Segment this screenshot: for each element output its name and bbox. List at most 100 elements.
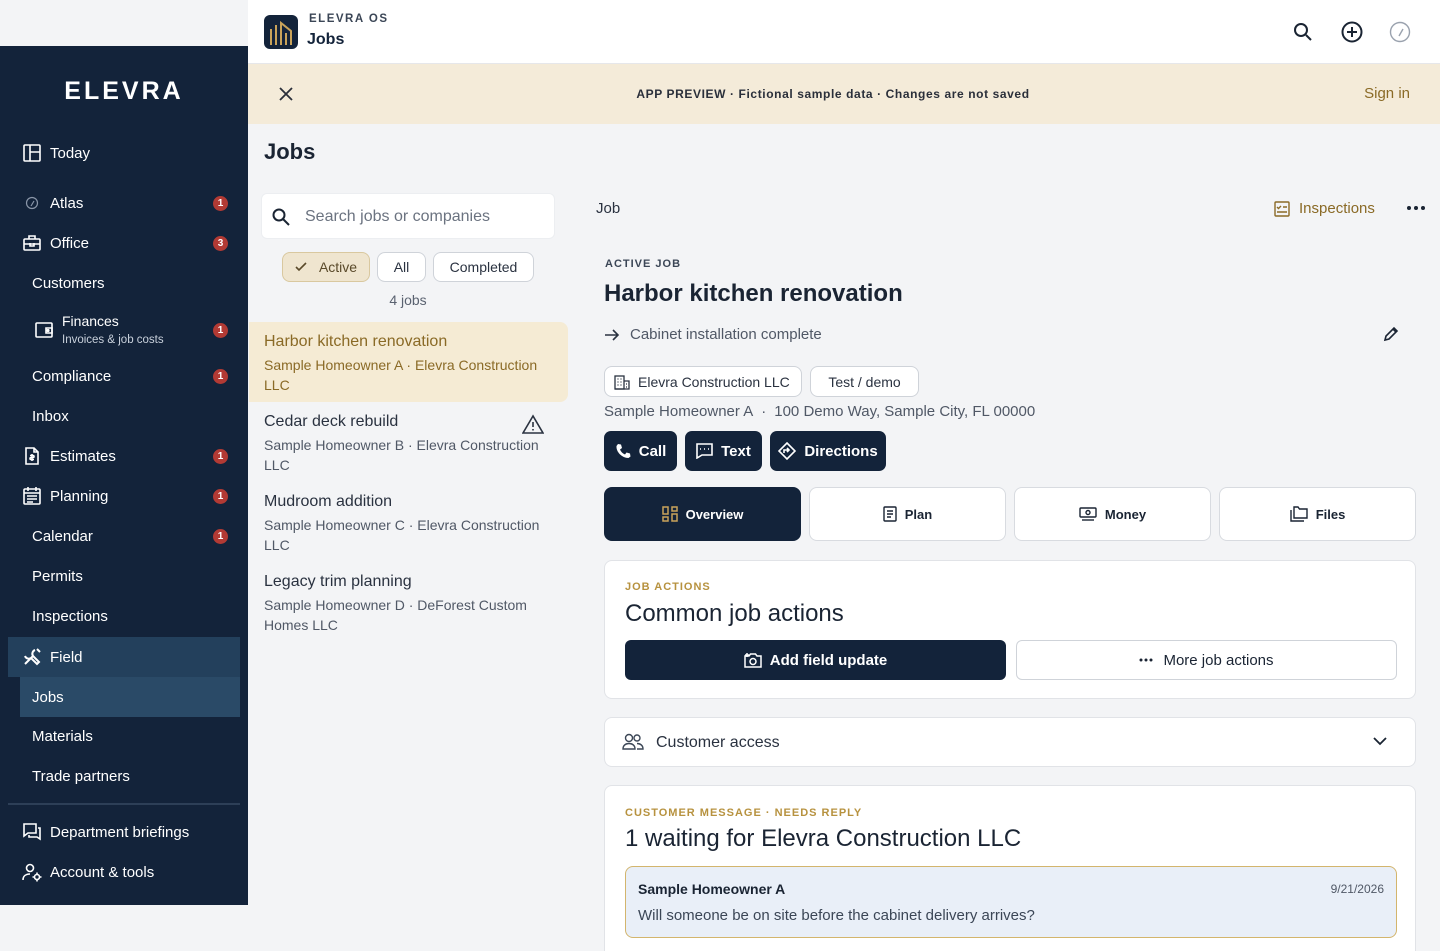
sidebar-item-finances[interactable]: Finances Invoices & job costs 1 bbox=[8, 303, 240, 357]
sidebar-item-inbox[interactable]: Inbox bbox=[8, 396, 240, 436]
grid-icon bbox=[661, 506, 678, 522]
check-icon bbox=[295, 262, 307, 272]
folders-icon bbox=[1289, 506, 1308, 522]
company-name: Elevra Construction LLC bbox=[638, 373, 790, 390]
sidebar-item-materials[interactable]: Materials bbox=[8, 716, 240, 756]
calendar-list-icon bbox=[23, 487, 41, 505]
filter-active[interactable]: Active bbox=[282, 252, 370, 282]
inspections-button[interactable]: Inspections bbox=[1274, 200, 1375, 217]
app-name: ELEVRA OS bbox=[309, 13, 389, 25]
card-eyebrow: JOB ACTIONS bbox=[625, 581, 711, 593]
more-job-actions-button[interactable]: More job actions bbox=[1016, 640, 1397, 680]
sidebar-item-customers[interactable]: Customers bbox=[8, 263, 240, 303]
sidebar-item-trade-partners[interactable]: Trade partners bbox=[8, 756, 240, 796]
tab-label: Plan bbox=[904, 506, 933, 522]
search-icon[interactable] bbox=[1291, 20, 1315, 44]
directions-button[interactable]: Directions bbox=[770, 431, 886, 471]
sidebar-item-today[interactable]: Today bbox=[8, 133, 240, 173]
search-icon bbox=[272, 208, 290, 226]
job-list-item[interactable]: Harbor kitchen renovation Sample Homeown… bbox=[249, 322, 568, 402]
job-list-item[interactable]: Mudroom addition Sample Homeowner C · El… bbox=[249, 482, 568, 562]
sidebar-item-permits[interactable]: Permits bbox=[8, 556, 240, 596]
sidebar-item-label: Materials bbox=[32, 727, 93, 745]
card-title: Common job actions bbox=[625, 600, 844, 627]
tab-overview[interactable]: Overview bbox=[604, 487, 801, 541]
sidebar-item-label: Office bbox=[50, 234, 89, 252]
filter-all[interactable]: All bbox=[377, 252, 426, 282]
job-title: Legacy trim planning bbox=[264, 573, 412, 590]
customer-access-card[interactable]: Customer access bbox=[604, 717, 1416, 767]
call-button[interactable]: Call bbox=[604, 431, 677, 471]
sidebar-item-label: Trade partners bbox=[32, 767, 130, 785]
card-title: 1 waiting for Elevra Construction LLC bbox=[625, 825, 1022, 852]
add-field-update-button[interactable]: Add field update bbox=[625, 640, 1006, 680]
sidebar-item-estimates[interactable]: Estimates 1 bbox=[8, 436, 240, 476]
job-title: Harbor kitchen renovation bbox=[264, 333, 448, 350]
message-icon bbox=[696, 443, 713, 459]
tab-label: Money bbox=[1104, 506, 1147, 522]
notification-badge: 1 bbox=[213, 529, 228, 544]
page-title: Jobs bbox=[264, 139, 316, 164]
money-icon bbox=[1079, 507, 1097, 521]
sidebar-item-jobs[interactable]: Jobs bbox=[20, 677, 240, 717]
filter-label: All bbox=[393, 259, 410, 275]
sidebar-item-calendar[interactable]: Calendar 1 bbox=[8, 516, 240, 556]
sidebar-item-atlas[interactable]: Atlas 1 bbox=[8, 183, 240, 223]
sidebar-item-label: Customers bbox=[32, 274, 105, 292]
sidebar-item-sublabel: Invoices & job costs bbox=[62, 334, 164, 346]
job-stage: Cabinet installation complete bbox=[604, 326, 822, 343]
tab-plan[interactable]: Plan bbox=[809, 487, 1006, 541]
message-text: Will someone be on site before the cabin… bbox=[638, 907, 1035, 924]
page-title-header: Jobs bbox=[307, 31, 345, 48]
sidebar-divider bbox=[8, 803, 240, 805]
sidebar-item-compliance[interactable]: Compliance 1 bbox=[8, 356, 240, 396]
company-tag[interactable]: Elevra Construction LLC bbox=[604, 366, 802, 397]
text-button[interactable]: Text bbox=[685, 431, 762, 471]
customer-name: Sample Homeowner A bbox=[604, 403, 754, 420]
sidebar-item-label: Account & tools bbox=[50, 863, 155, 881]
app-logo-icon bbox=[264, 15, 298, 49]
pencil-icon[interactable] bbox=[1382, 325, 1400, 343]
sign-in-link[interactable]: Sign in bbox=[1364, 85, 1410, 102]
address-text: 100 Demo Way, Sample City, FL 00000 bbox=[774, 403, 1036, 420]
sidebar-item-account-tools[interactable]: Account & tools bbox=[8, 852, 240, 892]
button-label: More job actions bbox=[1163, 651, 1274, 669]
directions-label: Directions bbox=[804, 442, 878, 460]
top-bar: ELEVRA OS Jobs bbox=[248, 0, 1440, 64]
inspections-label: Inspections bbox=[1299, 200, 1375, 217]
job-list-item[interactable]: Cedar deck rebuild Sample Homeowner B · … bbox=[249, 402, 568, 482]
customer-access-label: Customer access bbox=[656, 734, 780, 751]
sidebar-item-planning[interactable]: Planning 1 bbox=[8, 476, 240, 516]
notification-badge: 1 bbox=[213, 449, 228, 464]
sidebar-item-office[interactable]: Office 3 bbox=[8, 223, 240, 263]
search-input[interactable]: Search jobs or companies bbox=[261, 193, 555, 239]
phone-icon bbox=[616, 444, 631, 458]
message-item[interactable]: Sample Homeowner A 9/21/2026 Will someon… bbox=[625, 866, 1397, 938]
stage-label: Cabinet installation complete bbox=[630, 326, 822, 343]
banner-text: APP PREVIEW · Fictional sample data · Ch… bbox=[636, 87, 1030, 101]
sidebar-item-field[interactable]: Field bbox=[8, 637, 240, 677]
job-subtitle: Sample Homeowner D · DeForest Custom Hom… bbox=[264, 597, 527, 633]
document-dollar-icon bbox=[25, 447, 39, 465]
sidebar-item-department-briefings[interactable]: Department briefings bbox=[8, 812, 240, 852]
card-eyebrow: CUSTOMER MESSAGE · NEEDS REPLY bbox=[625, 807, 863, 819]
sidebar-item-label: Calendar bbox=[32, 527, 93, 545]
job-count: 4 jobs bbox=[389, 292, 427, 308]
tab-files[interactable]: Files bbox=[1219, 487, 1416, 541]
compass-icon[interactable] bbox=[1388, 20, 1412, 44]
message-date: 9/21/2026 bbox=[1330, 882, 1384, 896]
compass-icon bbox=[25, 196, 39, 210]
tab-money[interactable]: Money bbox=[1014, 487, 1211, 541]
job-title: Cedar deck rebuild bbox=[264, 413, 399, 430]
job-list-item[interactable]: Legacy trim planning Sample Homeowner D … bbox=[249, 562, 568, 642]
more-options-icon[interactable] bbox=[1406, 204, 1426, 212]
notification-badge: 1 bbox=[213, 369, 228, 384]
add-circle-icon[interactable] bbox=[1340, 20, 1364, 44]
filter-completed[interactable]: Completed bbox=[433, 252, 534, 282]
wallet-icon bbox=[35, 322, 53, 338]
sidebar-spacer bbox=[0, 0, 248, 46]
arrow-right-icon bbox=[605, 328, 620, 341]
sidebar-item-label: Inbox bbox=[32, 407, 69, 425]
search-placeholder: Search jobs or companies bbox=[305, 208, 490, 225]
sidebar-item-inspections[interactable]: Inspections bbox=[8, 596, 240, 636]
